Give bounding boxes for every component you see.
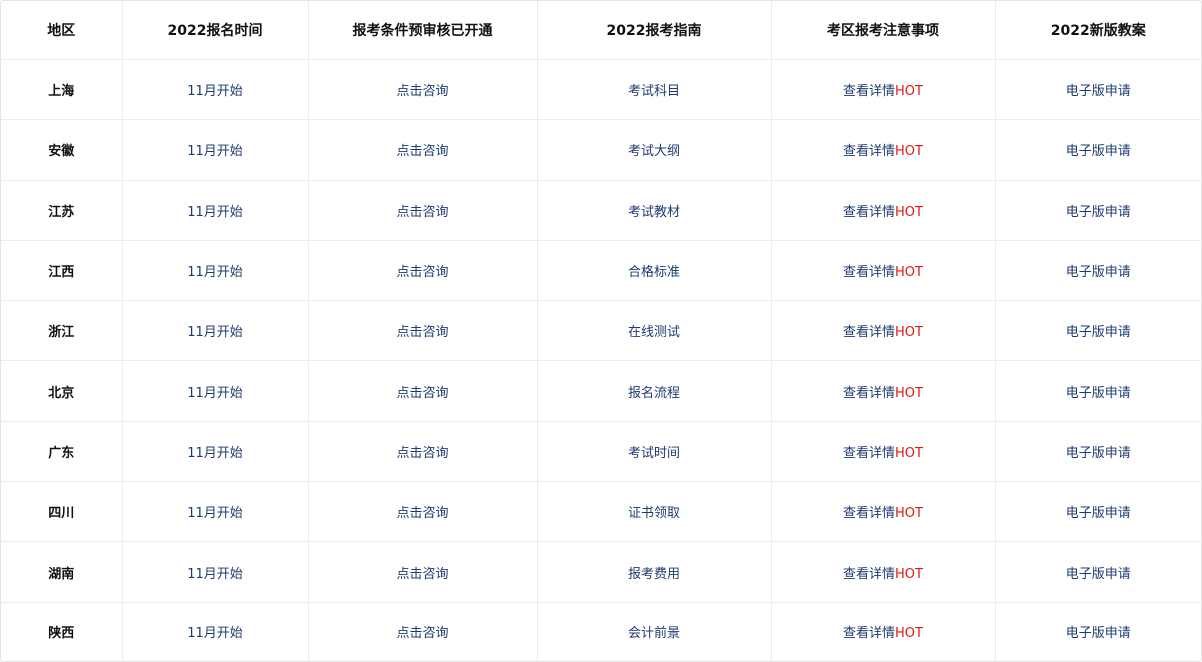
hot-badge: HOT: [895, 265, 923, 281]
header-guide: 2022报考指南: [536, 1, 772, 60]
consult-link[interactable]: 点击咨询: [396, 446, 448, 461]
header-notice: 考区报考注意事项: [770, 1, 996, 60]
lesson-plan-link[interactable]: 电子版申请: [1066, 84, 1131, 99]
hot-badge: HOT: [895, 506, 923, 522]
notice-link-label: 查看详情: [843, 445, 896, 461]
notice-link-label: 查看详情: [843, 84, 896, 100]
notice-link-label: 查看详情: [843, 204, 896, 220]
lesson-plan-link[interactable]: 电子版申请: [1066, 205, 1131, 220]
notice-link[interactable]: 查看详情HOT: [843, 626, 923, 641]
table-row: 陕西 11月开始 点击咨询 会计前景 查看详情HOT 电子版申请: [1, 601, 1201, 661]
notice-link-label: 查看详情: [843, 265, 896, 281]
notice-link[interactable]: 查看详情HOT: [843, 567, 923, 582]
lesson-plan-link[interactable]: 电子版申请: [1066, 386, 1131, 401]
lesson-plan-link[interactable]: 电子版申请: [1066, 265, 1131, 280]
table-row: 江苏 11月开始 点击咨询 考试教材 查看详情HOT 电子版申请: [1, 179, 1201, 241]
consult-link[interactable]: 点击咨询: [396, 144, 448, 159]
guide-link[interactable]: 考试教材: [628, 205, 680, 220]
header-lesson-plan: 2022新版教案: [994, 1, 1201, 60]
table-row: 浙江 11月开始 点击咨询 在线测试 查看详情HOT 电子版申请: [1, 300, 1201, 362]
region-cell: 浙江: [1, 300, 123, 362]
lesson-plan-link[interactable]: 电子版申请: [1066, 626, 1131, 641]
hot-badge: HOT: [895, 385, 923, 401]
region-cell: 江西: [1, 239, 123, 302]
notice-link[interactable]: 查看详情HOT: [843, 144, 923, 159]
notice-link[interactable]: 查看详情HOT: [843, 446, 923, 461]
table-row: 北京 11月开始 点击咨询 报名流程 查看详情HOT 电子版申请: [1, 360, 1201, 422]
exam-info-table: 地区 2022报名时间 报考条件预审核已开通 2022报考指南 考区报考注意事项…: [1, 1, 1201, 661]
notice-link-label: 查看详情: [843, 566, 896, 582]
lesson-plan-link[interactable]: 电子版申请: [1066, 506, 1131, 521]
notice-link[interactable]: 查看详情HOT: [843, 325, 923, 340]
consult-link[interactable]: 点击咨询: [396, 626, 448, 641]
region-cell: 四川: [1, 481, 123, 543]
notice-link-label: 查看详情: [843, 385, 896, 401]
lesson-plan-link[interactable]: 电子版申请: [1066, 567, 1131, 582]
registration-time-link[interactable]: 11月开始: [187, 446, 243, 461]
table-row: 四川 11月开始 点击咨询 证书领取 查看详情HOT 电子版申请: [1, 481, 1201, 543]
lesson-plan-link[interactable]: 电子版申请: [1066, 325, 1131, 340]
notice-link-label: 查看详情: [843, 506, 896, 522]
registration-time-link[interactable]: 11月开始: [187, 84, 243, 99]
lesson-plan-link[interactable]: 电子版申请: [1066, 144, 1131, 159]
header-region: 地区: [1, 1, 123, 60]
guide-link[interactable]: 会计前景: [628, 626, 680, 641]
region-cell: 上海: [1, 58, 123, 121]
region-cell: 广东: [1, 420, 123, 483]
guide-link[interactable]: 报考费用: [628, 567, 680, 582]
region-cell: 北京: [1, 360, 123, 422]
consult-link[interactable]: 点击咨询: [396, 386, 448, 401]
notice-link-label: 查看详情: [843, 626, 896, 642]
consult-link[interactable]: 点击咨询: [396, 205, 448, 220]
hot-badge: HOT: [895, 84, 923, 100]
notice-link[interactable]: 查看详情HOT: [843, 205, 923, 220]
table-row: 广东 11月开始 点击咨询 考试时间 查看详情HOT 电子版申请: [1, 420, 1201, 483]
guide-link[interactable]: 报名流程: [628, 386, 680, 401]
registration-time-link[interactable]: 11月开始: [187, 506, 243, 521]
notice-link[interactable]: 查看详情HOT: [843, 84, 923, 99]
consult-link[interactable]: 点击咨询: [396, 325, 448, 340]
consult-link[interactable]: 点击咨询: [396, 506, 448, 521]
registration-time-link[interactable]: 11月开始: [187, 265, 243, 280]
notice-link[interactable]: 查看详情HOT: [843, 386, 923, 401]
registration-time-link[interactable]: 11月开始: [187, 205, 243, 220]
hot-badge: HOT: [895, 144, 923, 160]
notice-link[interactable]: 查看详情HOT: [843, 506, 923, 521]
consult-link[interactable]: 点击咨询: [396, 567, 448, 582]
header-prereview: 报考条件预审核已开通: [307, 1, 538, 60]
registration-time-link[interactable]: 11月开始: [187, 626, 243, 641]
region-cell: 江苏: [1, 179, 123, 241]
consult-link[interactable]: 点击咨询: [396, 265, 448, 280]
table-header-row: 地区 2022报名时间 报考条件预审核已开通 2022报考指南 考区报考注意事项…: [1, 1, 1201, 60]
table-row: 江西 11月开始 点击咨询 合格标准 查看详情HOT 电子版申请: [1, 239, 1201, 302]
guide-link[interactable]: 考试大纲: [628, 144, 680, 159]
guide-link[interactable]: 考试科目: [628, 84, 680, 99]
guide-link[interactable]: 考试时间: [628, 446, 680, 461]
region-cell: 安徽: [1, 119, 123, 181]
table-row: 上海 11月开始 点击咨询 考试科目 查看详情HOT 电子版申请: [1, 58, 1201, 121]
notice-link-label: 查看详情: [843, 144, 896, 160]
hot-badge: HOT: [895, 445, 923, 461]
consult-link[interactable]: 点击咨询: [396, 84, 448, 99]
exam-info-table-container: 地区 2022报名时间 报考条件预审核已开通 2022报考指南 考区报考注意事项…: [0, 0, 1202, 662]
hot-badge: HOT: [895, 566, 923, 582]
registration-time-link[interactable]: 11月开始: [187, 144, 243, 159]
registration-time-link[interactable]: 11月开始: [187, 386, 243, 401]
header-registration-time: 2022报名时间: [121, 1, 309, 60]
guide-link[interactable]: 证书领取: [628, 506, 680, 521]
hot-badge: HOT: [895, 204, 923, 220]
region-cell: 湖南: [1, 541, 123, 603]
hot-badge: HOT: [895, 626, 923, 642]
lesson-plan-link[interactable]: 电子版申请: [1066, 446, 1131, 461]
table-row: 安徽 11月开始 点击咨询 考试大纲 查看详情HOT 电子版申请: [1, 119, 1201, 181]
region-cell: 陕西: [1, 601, 123, 661]
guide-link[interactable]: 合格标准: [628, 265, 680, 280]
registration-time-link[interactable]: 11月开始: [187, 567, 243, 582]
table-row: 湖南 11月开始 点击咨询 报考费用 查看详情HOT 电子版申请: [1, 541, 1201, 603]
guide-link[interactable]: 在线测试: [628, 325, 680, 340]
hot-badge: HOT: [895, 325, 923, 341]
notice-link[interactable]: 查看详情HOT: [843, 265, 923, 280]
notice-link-label: 查看详情: [843, 325, 896, 341]
registration-time-link[interactable]: 11月开始: [187, 325, 243, 340]
